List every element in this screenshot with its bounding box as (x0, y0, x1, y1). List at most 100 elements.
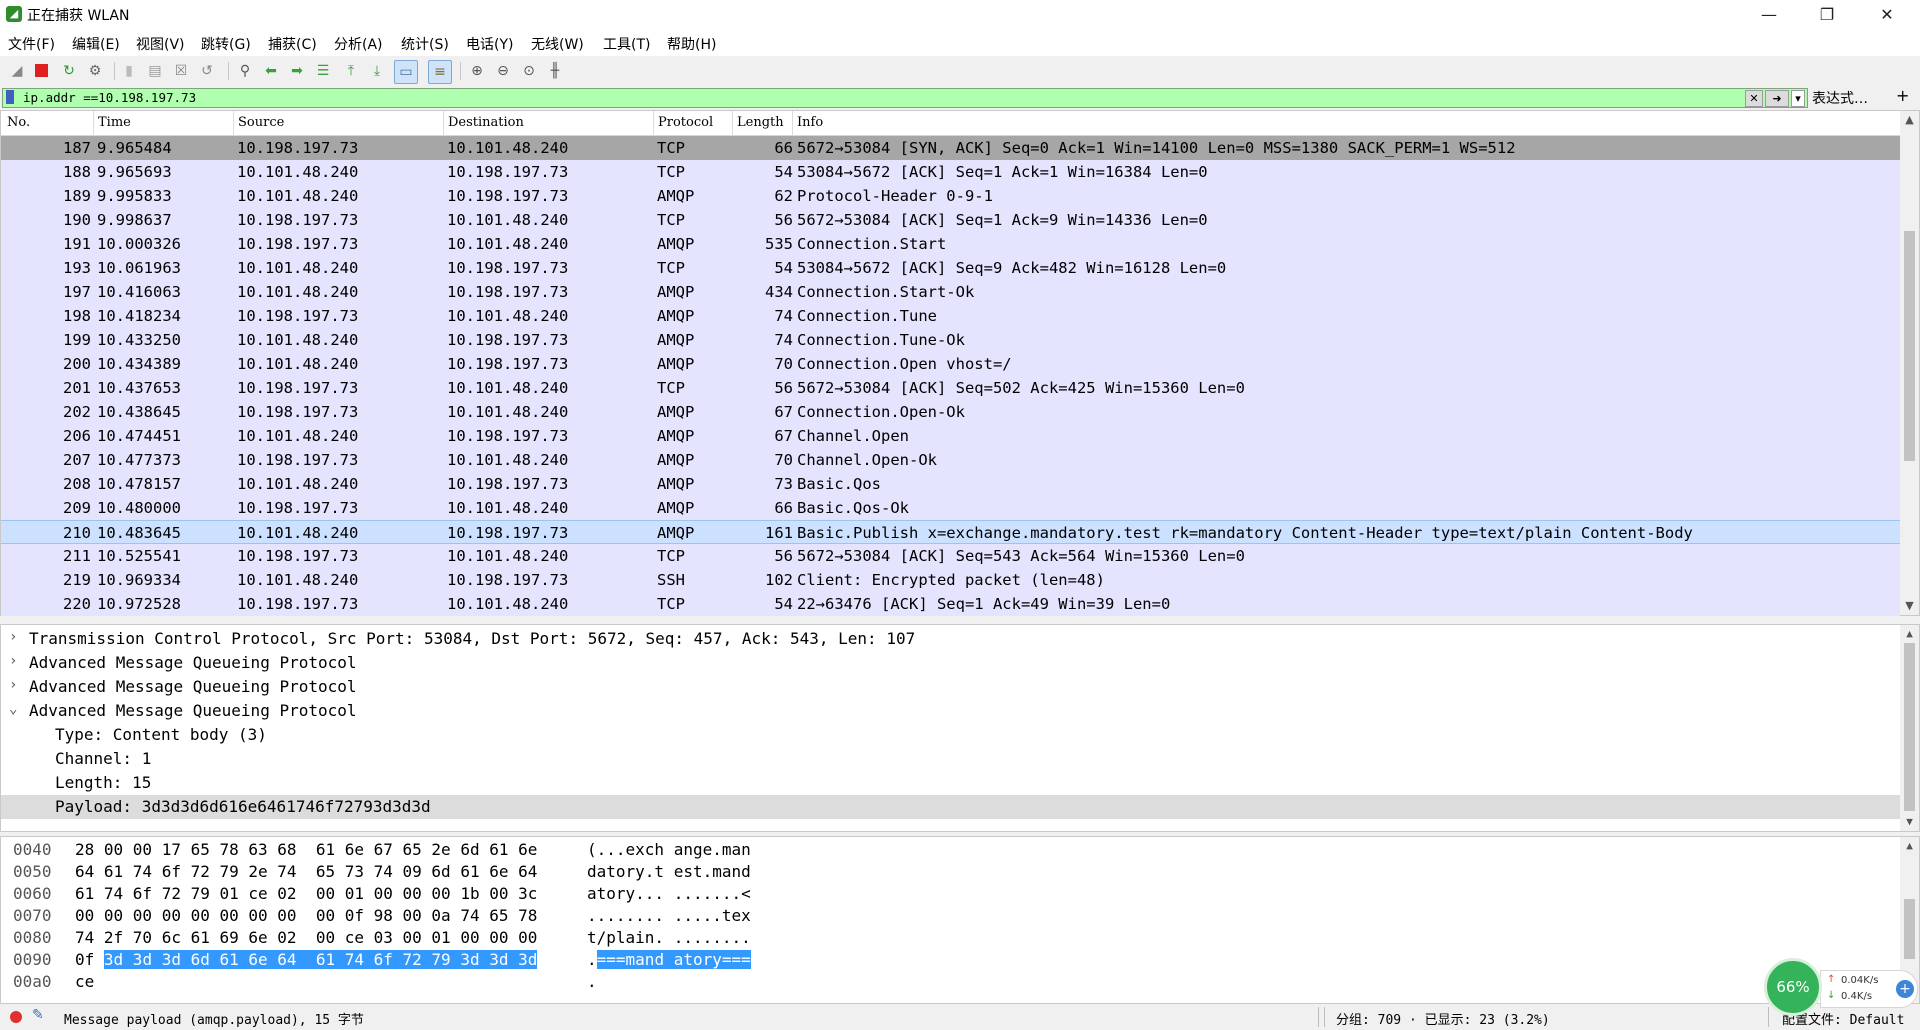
go-forward-icon[interactable]: ➡ (286, 60, 308, 82)
stop-capture-icon[interactable] (30, 60, 52, 82)
colorize-icon[interactable]: ≡ (428, 60, 452, 84)
scrollbar-thumb[interactable] (1904, 899, 1915, 959)
hex-bytes[interactable]: ce (75, 972, 94, 991)
packet-row[interactable]: 198 10.418234 10.198.197.73 10.101.48.240 AM… (1, 304, 1900, 328)
detail-tree-item[interactable]: Payload: 3d3d3d6d616e6461746f72793d3d3d (1, 795, 1900, 819)
ascii-bytes[interactable]: . (587, 972, 597, 991)
menu-view[interactable]: 视图(V) (136, 34, 185, 54)
packet-row[interactable]: 220 10.972528 10.198.197.73 10.101.48.240 TC… (1, 592, 1900, 616)
ascii-bytes[interactable]: atory... .......< (587, 884, 751, 903)
scroll-down-icon[interactable]: ▼ (1900, 815, 1919, 828)
details-scrollbar[interactable]: ▲ ▼ (1900, 625, 1919, 831)
packet-row[interactable]: 189 9.995833 10.101.48.240 10.198.197.73 AMQ… (1, 184, 1900, 208)
edit-comment-icon[interactable]: ✎ (32, 1007, 44, 1023)
ascii-bytes[interactable]: (...exch ange.man (587, 840, 751, 859)
menu-telephony[interactable]: 电话(Y) (466, 34, 513, 54)
menu-go[interactable]: 跳转(G) (201, 34, 251, 54)
go-to-packet-icon[interactable]: ☰ (312, 60, 334, 82)
column-header-info[interactable]: Info (797, 115, 823, 130)
hex-bytes[interactable]: 64 61 74 6f 72 79 2e 74 65 73 74 09 6d 6… (75, 862, 537, 881)
restart-capture-icon[interactable]: ↻ (58, 60, 80, 82)
close-file-icon[interactable]: ☒ (170, 60, 192, 82)
menu-analyze[interactable]: 分析(A) (334, 34, 383, 54)
scroll-up-icon[interactable]: ▲ (1900, 113, 1919, 126)
menu-statistics[interactable]: 统计(S) (401, 34, 449, 54)
open-file-icon[interactable]: ▮ (118, 60, 140, 82)
menu-file[interactable]: 文件(F) (8, 34, 55, 54)
packet-row[interactable]: 208 10.478157 10.101.48.240 10.198.197.73 AM… (1, 472, 1900, 496)
normal-size-icon[interactable]: ⊙ (518, 60, 540, 82)
packet-row[interactable]: 206 10.474451 10.101.48.240 10.198.197.73 AM… (1, 424, 1900, 448)
packet-row[interactable]: 210 10.483645 10.101.48.240 10.198.197.73 AM… (1, 520, 1900, 544)
start-capture-icon[interactable]: ◢ (6, 60, 28, 82)
menu-capture[interactable]: 捕获(C) (268, 34, 317, 54)
detail-tree-item[interactable]: Channel: 1 (1, 747, 1900, 771)
hex-bytes[interactable]: 0f 3d 3d 3d 6d 61 6e 64 61 74 6f 72 79 3… (75, 950, 538, 969)
packet-row[interactable]: 193 10.061963 10.101.48.240 10.198.197.73 TC… (1, 256, 1900, 280)
menu-help[interactable]: 帮助(H) (667, 34, 716, 54)
chevron-down-icon[interactable]: ⌄ (9, 701, 17, 717)
packet-list-scrollbar[interactable]: ▲ ▼ (1900, 111, 1919, 615)
expert-info-icon[interactable] (10, 1011, 22, 1023)
detail-tree-item[interactable]: › Advanced Message Queueing Protocol (1, 651, 1900, 675)
clear-filter-icon[interactable]: ✕ (1745, 90, 1763, 107)
accelerate-icon[interactable]: + (1896, 980, 1914, 998)
zoom-out-icon[interactable]: ⊖ (492, 60, 514, 82)
chevron-right-icon[interactable]: › (9, 653, 17, 669)
hex-bytes[interactable]: 28 00 00 17 65 78 63 68 61 6e 67 65 2e 6… (75, 840, 537, 859)
ascii-bytes[interactable]: t/plain. ........ (587, 928, 751, 947)
packet-row[interactable]: 219 10.969334 10.101.48.240 10.198.197.73 SS… (1, 568, 1900, 592)
column-header-no[interactable]: No. (7, 115, 30, 130)
packet-row[interactable]: 199 10.433250 10.101.48.240 10.198.197.73 AM… (1, 328, 1900, 352)
menu-tools[interactable]: 工具(T) (603, 34, 650, 54)
packet-row[interactable]: 209 10.480000 10.198.197.73 10.101.48.240 AM… (1, 496, 1900, 520)
minimize-icon[interactable]: — (1746, 0, 1792, 30)
recent-filters-dropdown-icon[interactable]: ▾ (1791, 90, 1805, 107)
resize-columns-icon[interactable]: ╫ (544, 60, 566, 82)
hex-bytes[interactable]: 74 2f 70 6c 61 69 6e 02 00 ce 03 00 01 0… (75, 928, 537, 947)
hex-bytes[interactable]: 00 00 00 00 00 00 00 00 00 0f 98 00 0a 7… (75, 906, 537, 925)
chevron-right-icon[interactable]: › (9, 677, 17, 693)
packet-row[interactable]: 207 10.477373 10.198.197.73 10.101.48.240 AM… (1, 448, 1900, 472)
menu-wireless[interactable]: 无线(W) (531, 34, 584, 54)
reload-file-icon[interactable]: ↺ (196, 60, 218, 82)
autoscroll-icon[interactable]: ▭ (394, 60, 418, 84)
column-header-protocol[interactable]: Protocol (658, 115, 713, 130)
add-filter-button[interactable]: + (1896, 86, 1909, 105)
detail-tree-item[interactable]: › Transmission Control Protocol, Src Port… (1, 627, 1900, 651)
ascii-bytes[interactable]: .===mand atory=== (587, 950, 751, 969)
packet-row[interactable]: 201 10.437653 10.198.197.73 10.101.48.240 TC… (1, 376, 1900, 400)
packet-row[interactable]: 202 10.438645 10.198.197.73 10.101.48.240 AM… (1, 400, 1900, 424)
ascii-bytes[interactable]: ........ .....tex (587, 906, 751, 925)
detail-tree-item[interactable]: › Advanced Message Queueing Protocol (1, 675, 1900, 699)
packet-row[interactable]: 187 9.965484 10.198.197.73 10.101.48.240 TCP… (1, 136, 1900, 160)
menu-edit[interactable]: 编辑(E) (72, 34, 120, 54)
zoom-in-icon[interactable]: ⊕ (466, 60, 488, 82)
column-header-source[interactable]: Source (238, 115, 284, 130)
display-filter-input[interactable]: ip.addr ==10.198.197.73 (23, 89, 196, 107)
restore-icon[interactable]: ❐ (1804, 0, 1850, 30)
detail-tree-item[interactable]: Length: 15 (1, 771, 1900, 795)
detail-tree-item[interactable]: Type: Content body (3) (1, 723, 1900, 747)
network-speed-widget[interactable]: ↑ 0.04K/s ↓ 0.4K/s + 66% (1764, 958, 1920, 1016)
chevron-right-icon[interactable]: › (9, 629, 17, 645)
packet-row[interactable]: 190 9.998637 10.198.197.73 10.101.48.240 TCP… (1, 208, 1900, 232)
close-icon[interactable]: ✕ (1864, 0, 1910, 30)
last-packet-icon[interactable]: ⤓ (366, 60, 388, 82)
packet-row[interactable]: 197 10.416063 10.101.48.240 10.198.197.73 AM… (1, 280, 1900, 304)
column-header-length[interactable]: Length (737, 115, 784, 130)
packet-row[interactable]: 211 10.525541 10.198.197.73 10.101.48.240 TC… (1, 544, 1900, 568)
scrollbar-thumb[interactable] (1904, 643, 1915, 811)
go-back-icon[interactable]: ⬅ (260, 60, 282, 82)
packet-row[interactable]: 191 10.000326 10.198.197.73 10.101.48.240 AM… (1, 232, 1900, 256)
hex-bytes[interactable]: 61 74 6f 72 79 01 ce 02 00 01 00 00 00 1… (75, 884, 537, 903)
capture-options-icon[interactable]: ⚙ (84, 60, 106, 82)
scrollbar-thumb[interactable] (1904, 231, 1915, 461)
scroll-up-icon[interactable]: ▲ (1900, 627, 1919, 640)
scroll-down-icon[interactable]: ▼ (1900, 599, 1919, 612)
first-packet-icon[interactable]: ⤒ (340, 60, 362, 82)
apply-filter-icon[interactable]: ➜ (1765, 90, 1789, 107)
save-file-icon[interactable]: ▤ (144, 60, 166, 82)
packet-row[interactable]: 200 10.434389 10.101.48.240 10.198.197.73 AM… (1, 352, 1900, 376)
column-header-time[interactable]: Time (98, 115, 131, 130)
